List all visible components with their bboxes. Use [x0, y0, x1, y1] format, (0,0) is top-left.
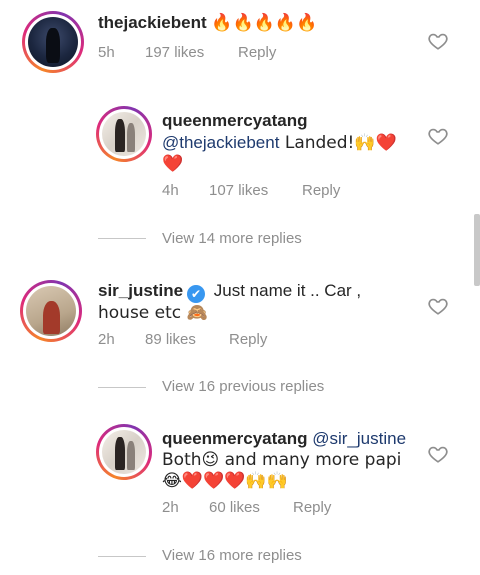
comment-text: Just name it .. Car , — [209, 281, 362, 300]
comment-meta: 5h 197 likes Reply — [98, 44, 338, 64]
comment-username[interactable]: thejackiebent — [98, 13, 207, 32]
like-heart-icon[interactable] — [427, 125, 449, 147]
view-more-replies-button[interactable]: View 16 more replies — [162, 547, 302, 564]
reply-button[interactable]: Reply — [229, 331, 267, 348]
like-heart-icon[interactable] — [427, 295, 449, 317]
avatar[interactable] — [96, 424, 152, 480]
avatar-photo — [102, 430, 146, 474]
avatar-photo — [26, 286, 76, 336]
comment-item: thejackiebent 🔥🔥🔥🔥🔥 5h 197 likes Reply — [0, 0, 480, 80]
avatar[interactable] — [96, 106, 152, 162]
comment-text-continued: ❤️ — [162, 154, 184, 174]
mention-link[interactable]: @thejackiebent — [162, 133, 279, 152]
view-previous-replies-button[interactable]: View 16 previous replies — [162, 378, 324, 395]
reply-item: queenmercyatang @sir_justine Both😉 and m… — [0, 418, 480, 575]
avatar-ring — [99, 427, 149, 477]
avatar[interactable] — [20, 280, 82, 342]
comment-meta: 2h 89 likes Reply — [98, 331, 338, 351]
comment-time: 4h — [162, 182, 179, 199]
reply-button[interactable]: Reply — [302, 182, 340, 199]
comment-item: sir_justine ✔ Just name it .. Car , house… — [0, 270, 480, 395]
comment-time: 2h — [98, 331, 115, 348]
comment-likes[interactable]: 60 likes — [209, 499, 260, 516]
comment-text-continued: house etc 🙈 — [98, 303, 208, 323]
comment-header: sir_justine ✔ Just name it .. Car , — [98, 280, 361, 303]
avatar[interactable] — [22, 11, 84, 73]
view-replies-divider — [98, 387, 146, 388]
comment-username[interactable]: sir_justine — [98, 281, 183, 300]
comment-header: thejackiebent 🔥🔥🔥🔥🔥 — [98, 12, 317, 34]
comment-text: 🔥🔥🔥🔥🔥 — [211, 13, 318, 33]
avatar-photo — [102, 112, 146, 156]
comment-header: queenmercyatang @sir_justine — [162, 428, 406, 450]
comment-likes[interactable]: 197 likes — [145, 44, 204, 61]
comment-body: @thejackiebent Landed!🙌❤️ — [162, 132, 397, 154]
like-heart-icon[interactable] — [427, 443, 449, 465]
comment-likes[interactable]: 89 likes — [145, 331, 196, 348]
view-replies-divider — [98, 238, 146, 239]
reply-button[interactable]: Reply — [293, 499, 331, 516]
comment-text-continued: 😂❤️❤️❤️🙌🙌 — [162, 471, 288, 491]
avatar-ring — [25, 14, 81, 70]
comment-username[interactable]: queenmercyatang — [162, 111, 308, 130]
avatar-photo — [28, 17, 78, 67]
comment-time: 2h — [162, 499, 179, 516]
comment-username[interactable]: queenmercyatang — [162, 429, 308, 448]
comment-likes[interactable]: 107 likes — [209, 182, 268, 199]
verified-badge-icon: ✔ — [187, 285, 206, 303]
comment-meta: 2h 60 likes Reply — [162, 499, 402, 519]
comment-meta: 4h 107 likes Reply — [162, 182, 402, 202]
reply-item: queenmercyatang @thejackiebent Landed!🙌❤… — [0, 100, 480, 250]
scrollbar[interactable] — [474, 214, 480, 286]
view-more-replies-button[interactable]: View 14 more replies — [162, 230, 302, 247]
avatar-ring — [23, 283, 79, 339]
comment-text: Both😉 and many more papi — [162, 450, 402, 470]
avatar-ring — [99, 109, 149, 159]
view-replies-divider — [98, 556, 146, 557]
comment-text: Landed!🙌❤️ — [279, 133, 397, 153]
comment-time: 5h — [98, 44, 115, 61]
mention-link[interactable]: @sir_justine — [312, 429, 406, 448]
like-heart-icon[interactable] — [427, 30, 449, 52]
comment-header: queenmercyatang — [162, 110, 308, 132]
reply-button[interactable]: Reply — [238, 44, 276, 61]
